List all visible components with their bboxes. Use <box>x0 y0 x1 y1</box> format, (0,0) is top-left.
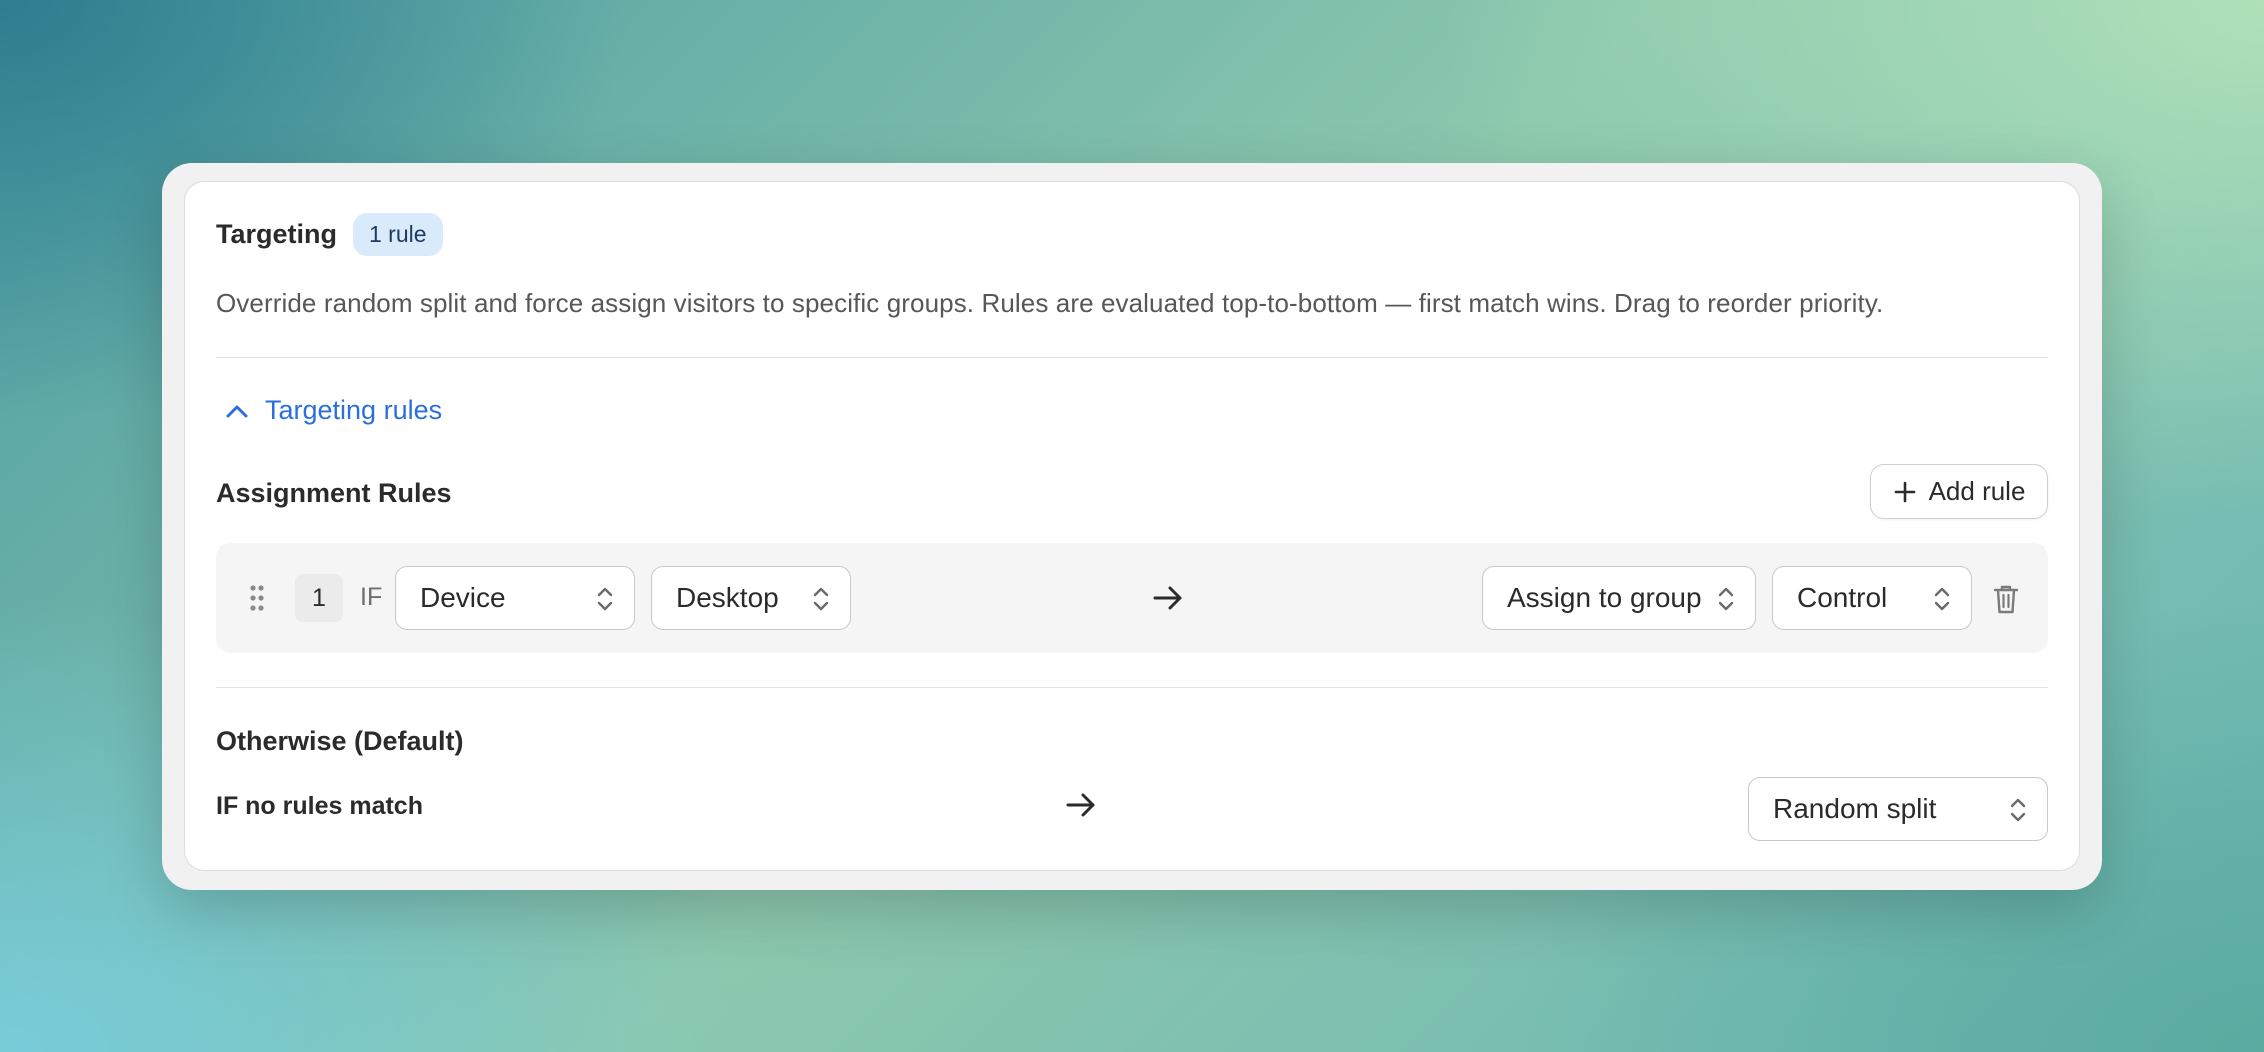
chevron-up-down-icon <box>1934 587 1950 611</box>
rule-row: 1 IF Device Desktop Assign to group Cont… <box>216 543 2048 653</box>
divider <box>216 357 2048 358</box>
default-outcome-value: Random split <box>1773 793 1937 824</box>
add-rule-button[interactable]: Add rule <box>1870 464 2048 519</box>
card-frame: Targeting 1 rule Override random split a… <box>162 163 2102 890</box>
toggle-label: Targeting rules <box>265 395 443 425</box>
action-select-value: Assign to group <box>1507 582 1702 613</box>
chevron-up-down-icon <box>813 587 829 611</box>
value-select-value: Desktop <box>676 582 779 613</box>
card-header: Targeting 1 rule <box>216 213 443 256</box>
divider <box>216 687 2048 688</box>
action-select[interactable]: Assign to group <box>1482 566 1756 630</box>
plus-icon <box>1894 481 1915 502</box>
rule-number: 1 <box>295 574 343 622</box>
arrow-right-icon <box>1153 586 1182 610</box>
chevron-up-icon <box>223 397 251 425</box>
value-select[interactable]: Desktop <box>651 566 851 630</box>
card-title: Targeting <box>216 219 337 249</box>
rule-count-badge: 1 rule <box>353 213 443 256</box>
card-description: Override random split and force assign v… <box>216 288 1884 318</box>
drag-handle-icon[interactable] <box>249 584 265 612</box>
attribute-select[interactable]: Device <box>395 566 635 630</box>
chevron-up-down-icon <box>2010 798 2026 822</box>
arrow-right-icon <box>1066 793 1095 817</box>
attribute-select-value: Device <box>420 582 506 613</box>
targeting-rules-toggle[interactable]: Targeting rules <box>223 395 442 426</box>
chevron-up-down-icon <box>597 587 613 611</box>
default-condition-label: IF no rules match <box>216 792 423 820</box>
otherwise-title: Otherwise (Default) <box>216 726 464 756</box>
assignment-rules-title: Assignment Rules <box>216 478 452 508</box>
if-label: IF <box>360 583 383 611</box>
targeting-card: Targeting 1 rule Override random split a… <box>184 181 2080 871</box>
default-outcome-select[interactable]: Random split <box>1748 777 2048 841</box>
trash-icon[interactable] <box>1992 583 2020 615</box>
group-select[interactable]: Control <box>1772 566 1972 630</box>
add-rule-label: Add rule <box>1928 476 2026 506</box>
chevron-up-down-icon <box>1718 587 1734 611</box>
group-select-value: Control <box>1797 582 1888 613</box>
